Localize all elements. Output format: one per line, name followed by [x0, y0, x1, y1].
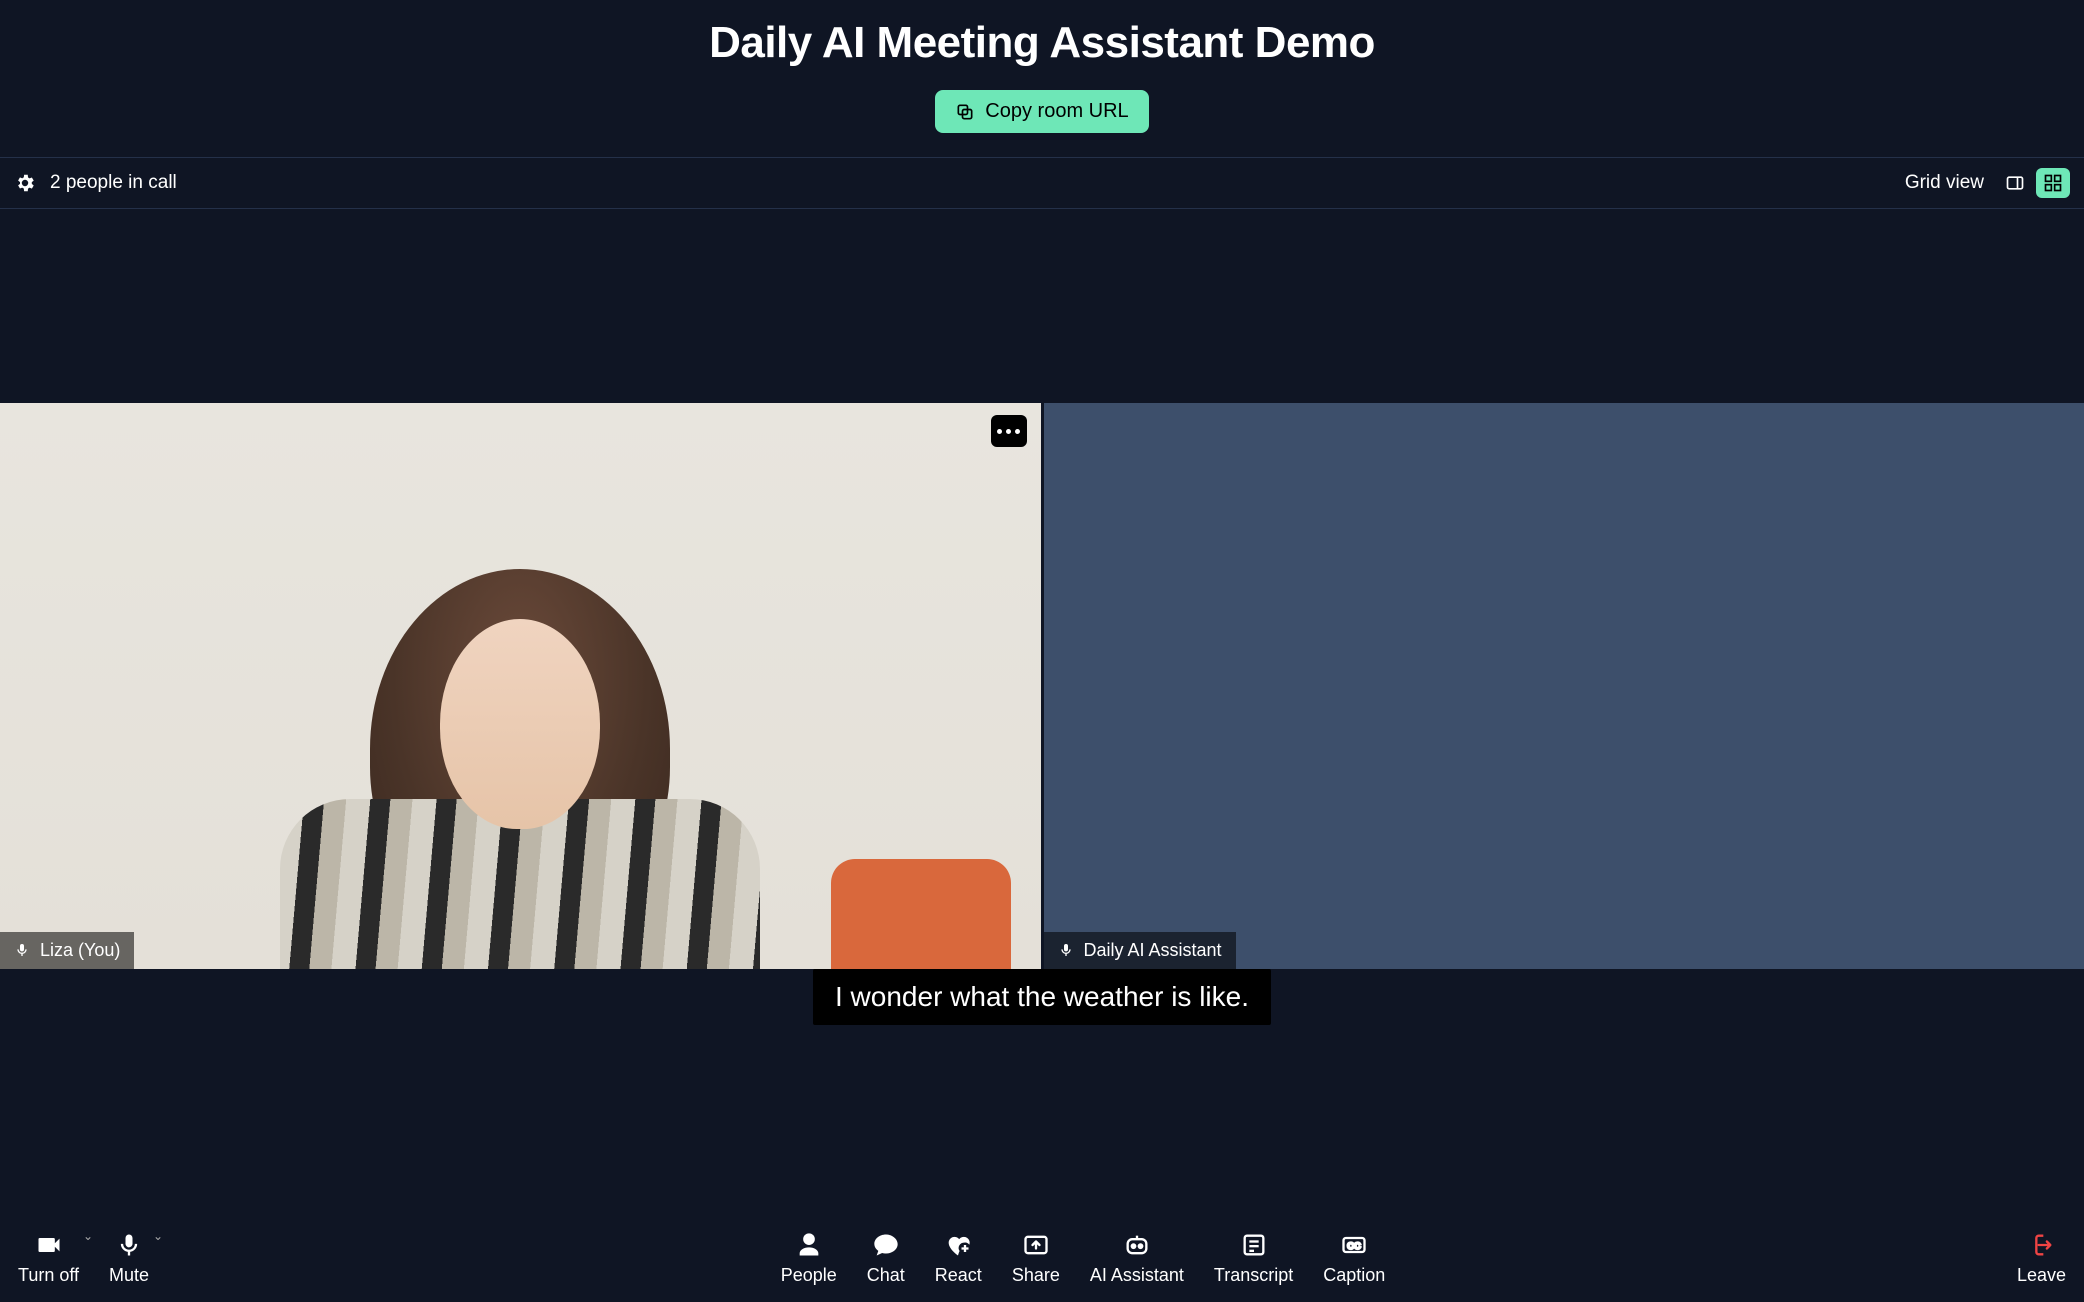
copy-room-url-button[interactable]: Copy room URL: [935, 90, 1148, 133]
chat-button[interactable]: Chat: [867, 1231, 905, 1286]
video-stage: Liza (You) Daily AI Assistant I wonder w…: [0, 209, 2084, 1219]
video-tile-assistant[interactable]: Daily AI Assistant: [1044, 403, 2084, 969]
chair-shape: [831, 859, 1011, 969]
people-button[interactable]: People: [781, 1231, 837, 1286]
view-toggle: [1998, 168, 2070, 198]
mic-label: Mute: [109, 1265, 149, 1286]
react-button[interactable]: React: [935, 1231, 982, 1286]
participant-nametag: Liza (You): [0, 932, 134, 969]
mic-on-icon: [1058, 942, 1074, 958]
transcript-icon: [1240, 1231, 1268, 1259]
camera-label: Turn off: [18, 1265, 79, 1286]
participant-name: Daily AI Assistant: [1084, 940, 1222, 961]
share-screen-icon: [1022, 1231, 1050, 1259]
camera-icon: [35, 1231, 63, 1259]
react-label: React: [935, 1265, 982, 1286]
mic-on-icon: [14, 942, 30, 958]
camera-toggle-button[interactable]: ⌄ Turn off: [18, 1231, 79, 1286]
tile-more-button[interactable]: [991, 415, 1027, 447]
caption-button[interactable]: CC Caption: [1323, 1231, 1385, 1286]
transcript-button[interactable]: Transcript: [1214, 1231, 1293, 1286]
leave-button[interactable]: Leave: [2017, 1231, 2066, 1286]
heart-plus-icon: [944, 1231, 972, 1259]
ai-assistant-button[interactable]: AI Assistant: [1090, 1231, 1184, 1286]
share-label: Share: [1012, 1265, 1060, 1286]
app-header: Daily AI Meeting Assistant Demo Copy roo…: [0, 0, 2084, 158]
live-caption: I wonder what the weather is like.: [813, 969, 1271, 1025]
control-bar: ⌄ Turn off ⌄ Mute People Chat: [0, 1219, 2084, 1302]
svg-text:CC: CC: [1348, 1241, 1362, 1251]
speaker-view-button[interactable]: [1998, 168, 2032, 198]
mic-toggle-button[interactable]: ⌄ Mute: [109, 1231, 149, 1286]
video-tiles: Liza (You) Daily AI Assistant: [0, 403, 2084, 969]
view-mode-label: Grid view: [1905, 172, 1984, 194]
robot-icon: [1123, 1231, 1151, 1259]
participant-nametag: Daily AI Assistant: [1044, 932, 1236, 969]
self-video-placeholder: [300, 539, 740, 969]
page-title: Daily AI Meeting Assistant Demo: [0, 18, 2084, 68]
copy-room-url-label: Copy room URL: [985, 100, 1128, 123]
speaker-view-icon: [2005, 173, 2025, 193]
ai-label: AI Assistant: [1090, 1265, 1184, 1286]
transcript-label: Transcript: [1214, 1265, 1293, 1286]
status-bar: 2 people in call Grid view: [0, 158, 2084, 209]
mic-icon: [115, 1231, 143, 1259]
participant-name: Liza (You): [40, 940, 120, 961]
chat-icon: [872, 1231, 900, 1259]
leave-icon: [2027, 1231, 2055, 1259]
caption-label: Caption: [1323, 1265, 1385, 1286]
cc-icon: CC: [1340, 1231, 1368, 1259]
people-label: People: [781, 1265, 837, 1286]
settings-gear-icon[interactable]: [14, 172, 36, 194]
video-tile-self[interactable]: Liza (You): [0, 403, 1041, 969]
share-button[interactable]: Share: [1012, 1231, 1060, 1286]
people-count-text: 2 people in call: [50, 172, 177, 194]
chevron-down-icon[interactable]: ⌄: [83, 1229, 93, 1243]
person-icon: [795, 1231, 823, 1259]
leave-label: Leave: [2017, 1265, 2066, 1286]
chevron-down-icon[interactable]: ⌄: [153, 1229, 163, 1243]
chat-label: Chat: [867, 1265, 905, 1286]
grid-view-icon: [2043, 173, 2063, 193]
grid-view-button[interactable]: [2036, 168, 2070, 198]
copy-icon: [955, 102, 975, 122]
